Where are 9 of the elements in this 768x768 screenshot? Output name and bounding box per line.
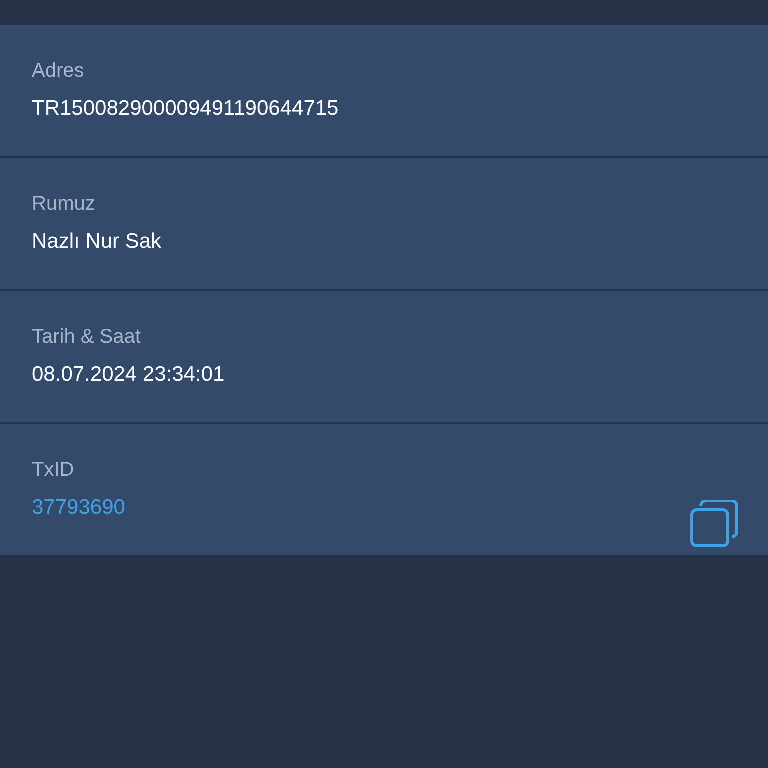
field-value: 08.07.2024 23:34:01 [32, 362, 225, 388]
field-label: TxID [32, 458, 76, 482]
field-value: Nazlı Nur Sak [32, 229, 162, 255]
field-label: Rumuz [32, 192, 96, 216]
txid-link[interactable]: 37793690 [32, 495, 126, 521]
field-label: Adres [32, 59, 86, 83]
field-label: Tarih & Saat [32, 325, 142, 349]
field-value: TR150082900009491190644715 [32, 96, 339, 122]
copy-icon[interactable] [690, 500, 738, 548]
